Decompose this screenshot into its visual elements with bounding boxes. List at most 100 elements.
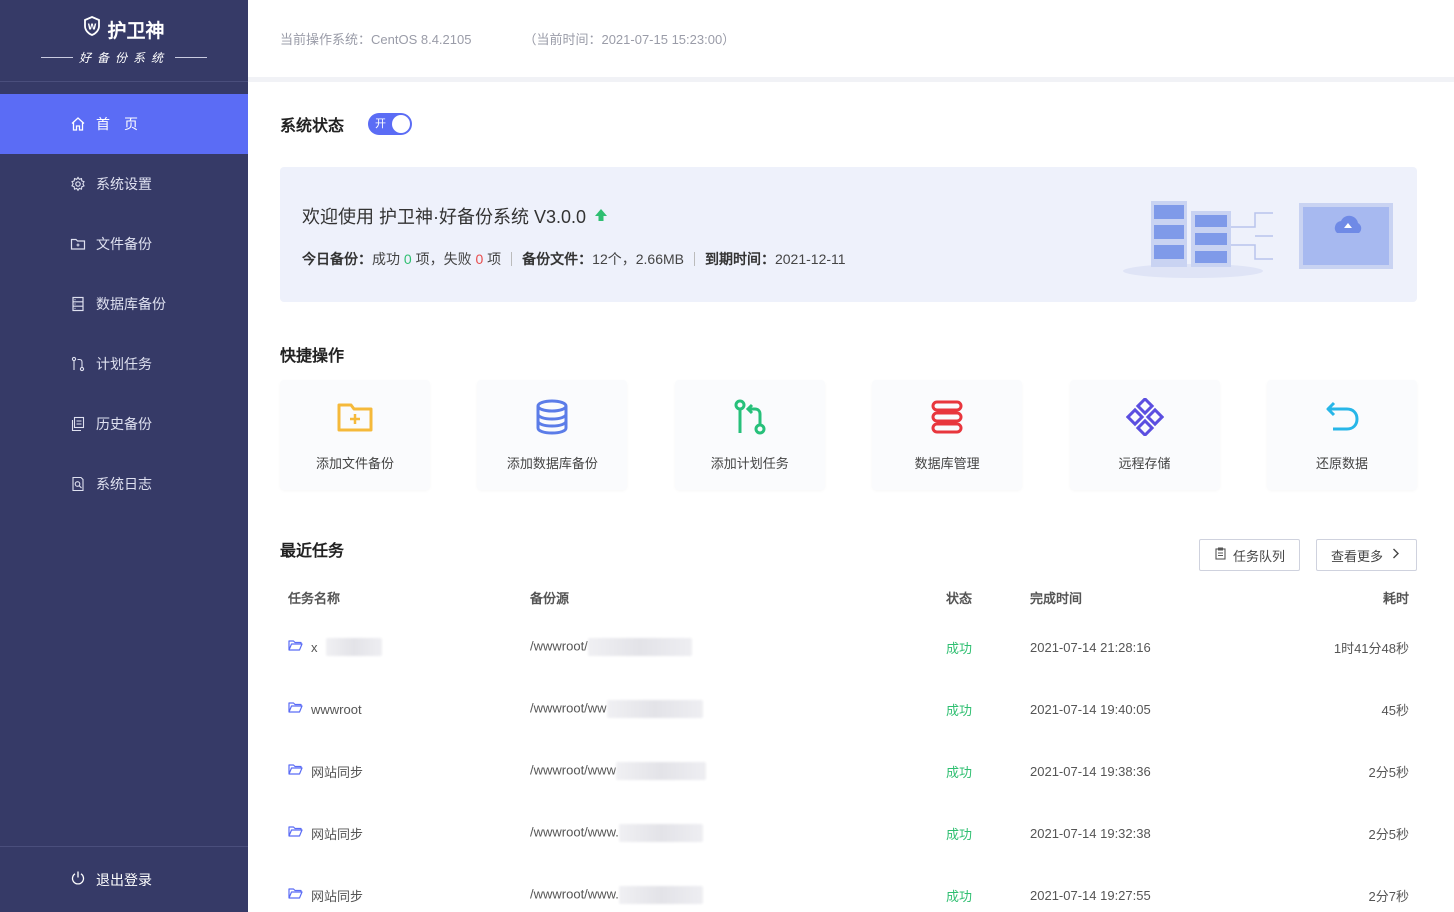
task-duration: 1时41分48秒 xyxy=(1333,640,1409,656)
task-status: 成功 xyxy=(946,764,973,780)
recent-tasks-table: 任务名称 备份源 状态 完成时间 耗时 x /wwwroot/ 成功 2021-… xyxy=(280,578,1417,912)
task-name: 网站同步 xyxy=(311,888,364,904)
task-finish-time: 2021-07-14 19:32:38 xyxy=(1030,825,1151,841)
folder-icon xyxy=(70,236,86,252)
quick-label: 数据库管理 xyxy=(914,456,980,471)
log-icon xyxy=(70,476,86,492)
sidebar: W 护卫神 好备份系统 首 页 系统设置 文件备份 数据库备份 计划任务 历史备… xyxy=(0,0,248,912)
sidebar-item-label: 系统日志 xyxy=(96,476,152,492)
task-status: 成功 xyxy=(946,640,973,656)
quick-remote-storage[interactable]: 远程存储 xyxy=(1069,380,1220,490)
quick-add-schedule[interactable]: 添加计划任务 xyxy=(674,380,825,490)
sidebar-item-history[interactable]: 历史备份 xyxy=(0,394,248,454)
col-status: 状态 xyxy=(946,590,973,606)
sidebar-item-home[interactable]: 首 页 xyxy=(0,94,248,154)
quick-add-file-backup[interactable]: 添加文件备份 xyxy=(280,380,430,490)
expire-label: 到期时间： xyxy=(704,251,775,267)
task-finish-time: 2021-07-14 19:27:55 xyxy=(1030,887,1151,903)
fail-count: 0 xyxy=(475,251,484,267)
recent-tasks-header: 最近任务 任务队列 查看更多 xyxy=(280,532,1417,571)
backup-files-label: 备份文件： xyxy=(522,251,593,267)
task-source: /wwwroot/www. xyxy=(530,824,619,840)
task-duration: 45秒 xyxy=(1381,702,1409,718)
col-finish-time: 完成时间 xyxy=(1030,590,1083,606)
sidebar-item-db-backup[interactable]: 数据库备份 xyxy=(0,274,248,334)
chevron-right-icon xyxy=(1389,547,1402,563)
history-icon xyxy=(70,416,86,432)
today-backup-label: 今日备份： xyxy=(302,251,372,267)
view-more-button[interactable]: 查看更多 xyxy=(1315,539,1417,571)
task-duration: 2分5秒 xyxy=(1368,826,1409,842)
task-finish-time: 2021-07-14 21:28:16 xyxy=(1030,639,1151,655)
clipboard-icon xyxy=(1214,547,1227,563)
power-icon xyxy=(70,870,86,889)
redacted-mark xyxy=(606,700,703,718)
success-unit: 项，失败 xyxy=(415,251,472,267)
system-status-title: 系统状态 xyxy=(280,118,345,135)
task-name: 网站同步 xyxy=(311,764,364,780)
task-duration: 2分5秒 xyxy=(1368,764,1409,780)
recent-tasks-title: 最近任务 xyxy=(280,543,345,560)
svg-text:W: W xyxy=(88,23,97,32)
task-source: /wwwroot/www. xyxy=(530,886,619,902)
logout-label: 退出登录 xyxy=(96,871,152,888)
table-row[interactable]: 网站同步 /wwwroot/www 成功 2021-07-14 19:38:36… xyxy=(280,740,1417,802)
upgrade-arrow-icon[interactable] xyxy=(594,208,608,225)
nodes-icon xyxy=(1125,396,1164,439)
home-icon xyxy=(70,116,86,132)
quick-db-manage[interactable]: 数据库管理 xyxy=(872,380,1023,490)
logout-button[interactable]: 退出登录 xyxy=(0,846,248,912)
top-header: 当前操作系统：CentOS 8.4.2105 （当前时间：2021-07-15 … xyxy=(248,0,1454,82)
quick-label: 添加文件备份 xyxy=(315,456,394,471)
branch-icon xyxy=(70,356,86,372)
quick-actions: 添加文件备份 添加数据库备份 添加计划任务 数据库管理 远程存储 还原数据 xyxy=(280,380,1417,490)
folder-open-icon xyxy=(288,700,303,718)
gear-icon xyxy=(70,176,86,192)
redacted-mark xyxy=(618,824,703,842)
sidebar-item-label: 数据库备份 xyxy=(96,296,166,312)
database-icon xyxy=(533,398,571,439)
backup-files-value: 12个，2.66MB xyxy=(592,251,684,267)
toggle-knob xyxy=(392,115,411,133)
task-source: /wwwroot/ xyxy=(530,638,588,654)
task-queue-button[interactable]: 任务队列 xyxy=(1198,539,1300,571)
system-status-toggle[interactable]: 开 xyxy=(368,113,413,135)
task-status: 成功 xyxy=(946,826,973,842)
task-finish-time: 2021-07-14 19:38:36 xyxy=(1030,763,1151,779)
table-row[interactable]: x /wwwroot/ 成功 2021-07-14 21:28:16 1时41分… xyxy=(280,616,1417,678)
table-row[interactable]: 网站同步 /wwwroot/www. 成功 2021-07-14 19:32:3… xyxy=(280,802,1417,864)
sidebar-item-label: 系统设置 xyxy=(96,176,152,192)
welcome-title: 欢迎使用 护卫神·好备份系统 V3.0.0 xyxy=(302,207,587,227)
quick-add-db-backup[interactable]: 添加数据库备份 xyxy=(477,380,628,490)
folder-open-icon xyxy=(288,638,303,656)
success-prefix: 成功 xyxy=(372,251,400,267)
quick-actions-title: 快捷操作 xyxy=(280,348,345,365)
sidebar-item-logs[interactable]: 系统日志 xyxy=(0,454,248,514)
server-icon xyxy=(928,398,966,439)
table-row[interactable]: wwwroot /wwwroot/ww 成功 2021-07-14 19:40:… xyxy=(280,678,1417,740)
task-status: 成功 xyxy=(946,888,973,904)
fail-unit: 项 xyxy=(487,251,502,267)
shield-logo-icon: W xyxy=(83,16,101,42)
sidebar-item-label: 历史备份 xyxy=(96,416,152,432)
branch-icon xyxy=(731,398,769,439)
redacted-mark xyxy=(615,762,706,780)
system-status-row: 系统状态 开 xyxy=(280,87,1417,161)
redacted-mark xyxy=(587,638,692,656)
quick-restore-data[interactable]: 还原数据 xyxy=(1266,380,1417,490)
quick-label: 添加计划任务 xyxy=(710,456,789,471)
sidebar-item-settings[interactable]: 系统设置 xyxy=(0,154,248,214)
col-duration: 耗时 xyxy=(1382,590,1409,606)
task-status: 成功 xyxy=(946,702,973,718)
sidebar-item-label: 文件备份 xyxy=(96,236,152,252)
folder-open-icon xyxy=(288,886,303,904)
table-row[interactable]: 网站同步 /wwwroot/www. 成功 2021-07-14 19:27:5… xyxy=(280,864,1417,912)
folder-open-icon xyxy=(288,762,303,780)
sidebar-item-schedule[interactable]: 计划任务 xyxy=(0,334,248,394)
database-icon xyxy=(70,296,86,312)
task-name: wwwroot xyxy=(311,701,362,717)
server-cloud-illustration xyxy=(1123,201,1393,278)
sidebar-item-file-backup[interactable]: 文件备份 xyxy=(0,214,248,274)
brand-name: 护卫神 xyxy=(107,20,165,42)
redacted-mark xyxy=(325,638,382,656)
